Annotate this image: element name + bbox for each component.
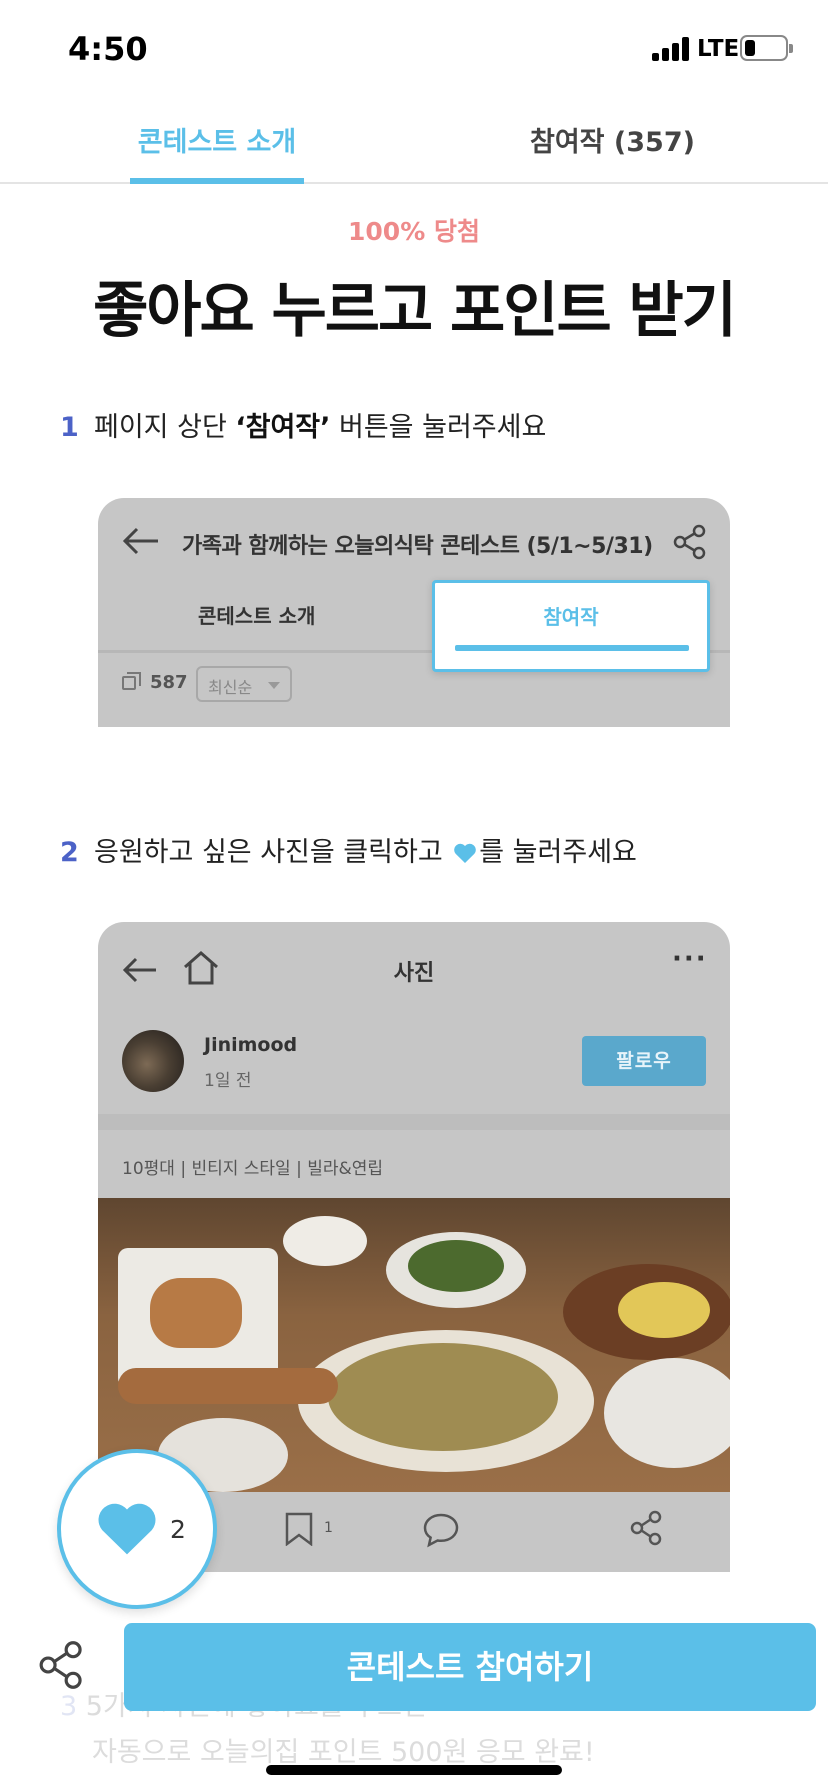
- like-button-highlight: 2: [57, 1449, 217, 1609]
- step-1-instruction: 1 페이지 상단 ‘참여작’ 버튼을 눌러주세요: [60, 405, 546, 444]
- divider: [98, 1114, 730, 1130]
- panel-title: 가족과 함께하는 오늘의식탁 콘테스트 (5/1~5/31): [182, 534, 653, 559]
- copy-icon: [122, 672, 141, 690]
- avatar: [122, 1030, 184, 1092]
- sort-label: 최신순: [208, 678, 253, 697]
- heart-icon: [98, 1503, 156, 1555]
- like-count: 2: [170, 1515, 186, 1544]
- more-icon: ···: [672, 944, 708, 974]
- step-text: 페이지 상단: [94, 412, 236, 443]
- status-bar: 4:50 LTE: [0, 0, 828, 100]
- tab-underline: [455, 645, 689, 651]
- status-time: 4:50: [68, 30, 148, 68]
- active-tab-indicator: [130, 178, 304, 184]
- step-number: 2: [60, 837, 79, 868]
- follow-button: 팔로우: [582, 1036, 706, 1086]
- network-label: LTE: [697, 36, 740, 62]
- highlighted-tab-label: 참여작: [543, 605, 599, 629]
- share-icon: [673, 524, 706, 560]
- promo-badge: 100% 당첨: [348, 217, 480, 246]
- panel-tab-intro: 콘테스트 소개: [198, 604, 316, 628]
- step-2-instruction: 2 응원하고 싶은 사진을 클릭하고 를 눌러주세요: [60, 830, 637, 869]
- heart-icon: [454, 843, 477, 863]
- highlighted-entries-tab: 참여작: [432, 580, 710, 672]
- share-icon[interactable]: [38, 1640, 86, 1690]
- entry-count: 587: [150, 672, 188, 693]
- tab-bar: 콘테스트 소개 참여작 (357): [0, 100, 828, 184]
- battery-icon: [740, 35, 793, 61]
- food-photo: [98, 1198, 730, 1492]
- page-headline: 좋아요 누르고 포인트 받기: [93, 276, 737, 346]
- bookmark-icon: [285, 1512, 313, 1546]
- share-icon: [630, 1510, 662, 1546]
- post-time: 1일 전: [204, 1071, 252, 1091]
- back-arrow-icon: [122, 527, 158, 555]
- join-contest-button[interactable]: 콘테스트 참여하기: [124, 1623, 816, 1711]
- step-number: 3: [60, 1691, 78, 1722]
- step-text: 버튼을 눌러주세요: [330, 412, 547, 443]
- comment-icon: [423, 1513, 459, 1548]
- bookmark-count: 1: [324, 1520, 333, 1536]
- step-1-illustration: 가족과 함께하는 오늘의식탁 콘테스트 (5/1~5/31) 콘테스트 소개 5…: [98, 498, 730, 727]
- step-text: 를 눌러주세요: [479, 837, 637, 868]
- step-text-bold: ‘참여작’: [235, 412, 331, 443]
- tab-contest-intro[interactable]: 콘테스트 소개: [130, 120, 304, 159]
- user-name: Jinimood: [204, 1034, 298, 1056]
- photo-tags: 10평대 | 빈티지 스타일 | 빌라&연립: [122, 1159, 384, 1179]
- signal-icon: [652, 37, 692, 61]
- photo-page-title: 사진: [393, 961, 435, 986]
- step-text: 응원하고 싶은 사진을 클릭하고: [94, 837, 452, 868]
- sort-dropdown: 최신순: [196, 666, 292, 702]
- home-indicator: [266, 1765, 562, 1775]
- step-number: 1: [60, 412, 79, 443]
- tab-entries[interactable]: 참여작 (357): [530, 120, 695, 159]
- chevron-down-icon: [268, 682, 280, 689]
